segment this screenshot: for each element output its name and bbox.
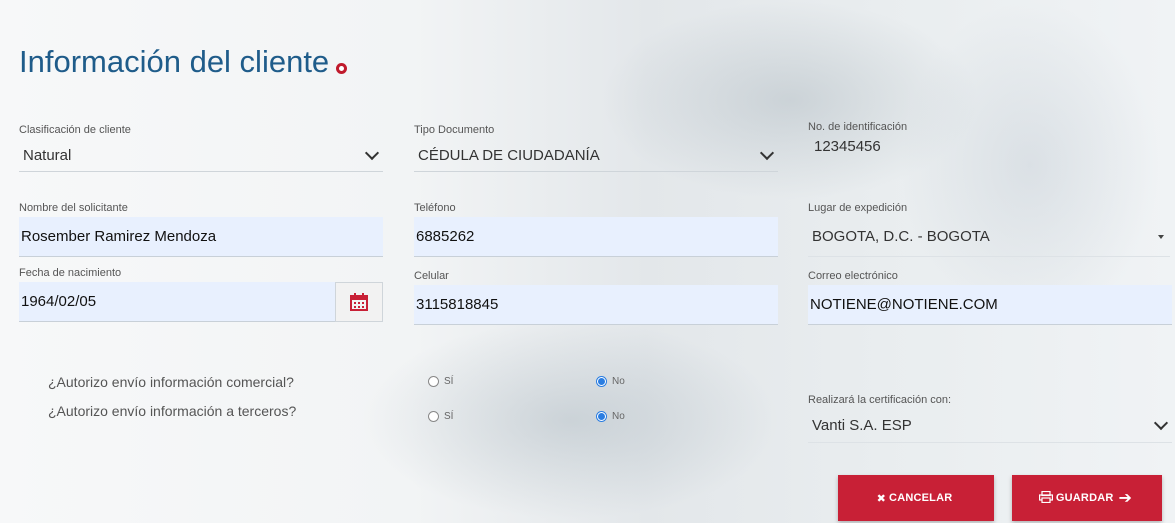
radio-label: SÍ (444, 411, 454, 422)
radio-terceros-si[interactable]: SÍ (428, 411, 453, 422)
tipo-documento-select[interactable]: CÉDULA DE CIUDADANÍA (414, 139, 778, 172)
tipo-documento-value: CÉDULA DE CIUDADANÍA (418, 146, 600, 164)
telefono-field: Teléfono 6885262 (414, 202, 778, 257)
no-identificacion-field: No. de identificación 12345456 (808, 121, 1168, 155)
x-icon: ✖ (876, 492, 887, 505)
caret-down-icon (1158, 234, 1164, 239)
arrow-right-icon: ➔ (1118, 490, 1133, 507)
page-title: Información del cliente (19, 44, 348, 80)
clasificacion-label: Clasificación de cliente (19, 124, 131, 136)
lugar-expedicion-label: Lugar de expedición (808, 202, 908, 214)
lugar-expedicion-field: Lugar de expedición BOGOTA, D.C. - BOGOT… (808, 202, 1170, 257)
save-button[interactable]: GUARDAR ➔ (1012, 475, 1162, 521)
lugar-expedicion-select[interactable]: BOGOTA, D.C. - BOGOTA (808, 217, 1170, 257)
celular-field: Celular 3115818845 (414, 270, 778, 325)
radio-label: No (612, 411, 625, 422)
radio-circle (596, 411, 607, 422)
background-shape (360, 320, 780, 520)
radio-label: SÍ (444, 376, 454, 387)
nombre-field: Nombre del solicitante Rosember Ramirez … (19, 202, 383, 257)
correo-field: Correo electrónico NOTIENE@NOTIENE.COM (808, 270, 1172, 325)
certificacion-select[interactable]: Vanti S.A. ESP (808, 409, 1172, 443)
radio-terceros-no[interactable]: No (596, 411, 625, 422)
print-icon (1038, 490, 1053, 506)
tipo-documento-label: Tipo Documento (414, 124, 495, 136)
cancel-button[interactable]: ✖ CANCELAR (838, 475, 994, 521)
chevron-down-icon (759, 145, 775, 160)
nombre-label: Nombre del solicitante (19, 202, 128, 214)
nombre-value: Rosember Ramirez Mendoza (21, 228, 217, 245)
no-identificacion-label: No. de identificación (808, 121, 908, 133)
telefono-value: 6885262 (416, 228, 475, 245)
telefono-input[interactable]: 6885262 (414, 217, 778, 257)
page-title-text: Información del cliente (19, 44, 330, 79)
save-button-label: GUARDAR (1055, 492, 1114, 504)
certificacion-label: Realizará la certificación con: (808, 394, 952, 406)
radio-label: No (612, 376, 625, 387)
tipo-documento-field: Tipo Documento CÉDULA DE CIUDADANÍA (414, 124, 778, 172)
radio-circle (596, 376, 607, 387)
cancel-button-label: CANCELAR (889, 492, 953, 504)
nombre-input[interactable]: Rosember Ramirez Mendoza (19, 217, 383, 257)
chevron-down-icon (1153, 415, 1169, 431)
question-comercial: ¿Autorizo envío información comercial? (48, 374, 294, 390)
celular-value: 3115818845 (416, 296, 499, 313)
correo-label: Correo electrónico (808, 270, 898, 282)
fecha-nacimiento-value: 1964/02/05 (21, 293, 97, 310)
fecha-nacimiento-input[interactable]: 1964/02/05 (19, 282, 383, 322)
fecha-nacimiento-label: Fecha de nacimiento (19, 267, 122, 279)
fecha-nacimiento-field: Fecha de nacimiento 1964/02/05 (19, 267, 383, 322)
calendar-icon (350, 293, 368, 311)
correo-value: NOTIENE@NOTIENE.COM (810, 296, 998, 313)
clasificacion-select[interactable]: Natural (19, 139, 383, 172)
radio-comercial-no[interactable]: No (596, 376, 625, 387)
no-identificacion-value[interactable]: 12345456 (808, 138, 1168, 155)
celular-input[interactable]: 3115818845 (414, 285, 778, 325)
certificacion-value: Vanti S.A. ESP (812, 417, 912, 434)
radio-comercial-si[interactable]: SÍ (428, 376, 453, 387)
calendar-button[interactable] (335, 282, 383, 322)
chevron-down-icon (364, 145, 380, 160)
celular-label: Celular (414, 270, 449, 282)
clasificacion-value: Natural (23, 146, 72, 164)
telefono-label: Teléfono (414, 202, 456, 214)
clasificacion-field: Clasificación de cliente Natural (19, 124, 383, 172)
info-circle-icon[interactable] (336, 62, 348, 74)
certificacion-field: Realizará la certificación con: Vanti S.… (808, 394, 1172, 443)
question-terceros: ¿Autorizo envío información a terceros? (48, 403, 297, 419)
correo-input[interactable]: NOTIENE@NOTIENE.COM (808, 285, 1172, 325)
radio-circle (428, 376, 439, 387)
radio-circle (428, 411, 439, 422)
lugar-expedicion-value: BOGOTA, D.C. - BOGOTA (812, 228, 990, 245)
